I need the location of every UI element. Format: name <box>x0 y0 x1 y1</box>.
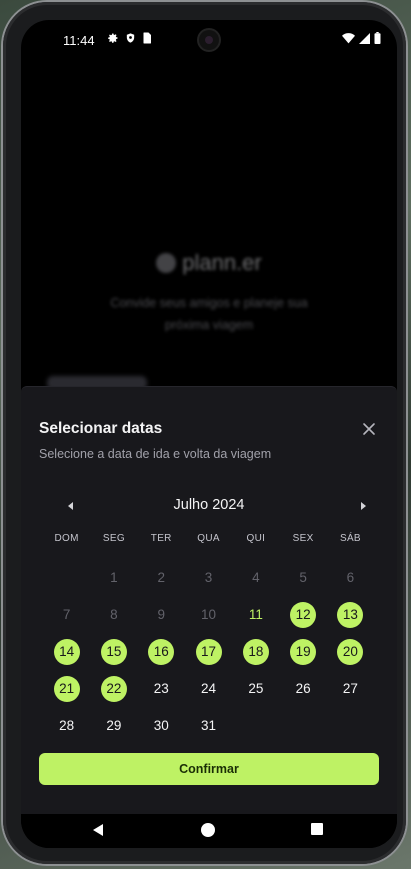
calendar-header: Julho 2024 <box>51 496 371 516</box>
app-tagline: Convide seus amigos e planeje sua próxim… <box>110 296 308 332</box>
calendar-day-16[interactable]: 16 <box>148 638 175 665</box>
calendar-day-8: 8 <box>110 606 118 622</box>
background-app: plann.er Convide seus amigos e planeje s… <box>21 250 397 336</box>
calendar-day-14[interactable]: 14 <box>53 638 80 665</box>
phone-screen: 11:44 plann.er Convide seus amigos e pla… <box>21 20 397 848</box>
home-icon[interactable] <box>201 823 215 837</box>
calendar-day-28[interactable]: 28 <box>54 713 80 739</box>
calendar-day-25[interactable]: 25 <box>243 676 269 702</box>
shield-icon <box>126 33 135 43</box>
calendar-day-5: 5 <box>299 569 307 585</box>
logo-icon <box>156 253 177 273</box>
status-left-icons <box>107 32 152 44</box>
calendar-day-26[interactable]: 26 <box>290 676 316 702</box>
calendar-day-18[interactable]: 18 <box>242 638 269 665</box>
calendar-day-27[interactable]: 27 <box>337 676 363 702</box>
calendar-day-3: 3 <box>204 569 213 585</box>
status-time: 11:44 <box>63 33 95 48</box>
calendar-day-24[interactable]: 24 <box>196 676 222 702</box>
status-bar: 11:44 <box>21 20 397 60</box>
chevron-right-icon[interactable] <box>355 496 371 516</box>
weekday-label: DOM <box>54 533 79 544</box>
calendar-day-22[interactable]: 22 <box>100 675 127 702</box>
calendar-day-6: 6 <box>346 569 355 585</box>
calendar-day-empty <box>54 565 80 591</box>
confirm-button[interactable]: Confirmar <box>39 753 379 785</box>
calendar-day-29[interactable]: 29 <box>101 713 127 739</box>
calendar-day-7: 7 <box>62 606 71 622</box>
signal-icon <box>359 32 370 44</box>
calendar-day-13[interactable]: 13 <box>337 601 364 628</box>
calendar-day-30[interactable]: 30 <box>148 713 174 739</box>
calendar-weekdays: DOM SEG TER QUA QUI SEX SÁB <box>43 533 375 549</box>
weekday-label: SEG <box>102 533 125 544</box>
recents-icon[interactable] <box>311 823 323 835</box>
calendar-grid: 1 2 3 4 5 6 7 8 9 10 11 12 13 14 15 16 17 18 19 20 21 22 23 24 2… <box>43 559 375 744</box>
phone-frame: 11:44 plann.er Convide seus amigos e pla… <box>3 2 406 864</box>
weekday-label: QUI <box>246 533 266 544</box>
gear-icon <box>108 33 118 43</box>
calendar-day-10: 10 <box>201 606 217 622</box>
calendar-day-31[interactable]: 31 <box>196 713 222 739</box>
weekday-label: QUA <box>197 533 220 544</box>
front-camera <box>199 30 219 50</box>
sheet-title: Selecionar datas <box>39 420 163 437</box>
calendar-day-15[interactable]: 15 <box>100 638 127 665</box>
calendar-day-19[interactable]: 19 <box>290 638 317 665</box>
weekday-label: SÁB <box>339 533 361 544</box>
logo-text: plann.er <box>182 250 262 275</box>
battery-icon <box>374 32 381 44</box>
calendar-day-20[interactable]: 20 <box>337 638 364 665</box>
calendar-day-2: 2 <box>157 569 165 585</box>
calendar-day-4: 4 <box>252 569 260 585</box>
app-logo: plann.er <box>156 250 262 276</box>
calendar-day-11[interactable]: 11 <box>243 602 269 628</box>
weekday-label: SEX <box>292 533 314 544</box>
calendar-day-23[interactable]: 23 <box>148 676 174 702</box>
navigation-bar <box>21 814 397 848</box>
calendar-day-21[interactable]: 21 <box>53 675 80 702</box>
sim-card-icon <box>143 32 151 44</box>
calendar-day-12[interactable]: 12 <box>290 601 317 628</box>
date-picker-sheet: Selecionar datas Selecione a data de ida… <box>21 386 397 815</box>
calendar-day-9: 9 <box>157 606 165 622</box>
close-icon[interactable] <box>361 421 377 437</box>
calendar-day-17[interactable]: 17 <box>195 638 222 665</box>
wifi-icon <box>342 32 355 43</box>
calendar-month-label: Julho 2024 <box>173 497 245 513</box>
calendar-day-1: 1 <box>110 569 118 585</box>
weekday-label: TER <box>150 533 172 544</box>
sheet-subtitle: Selecione a data de ida e volta da viage… <box>39 447 272 461</box>
status-right-icons <box>342 32 381 44</box>
back-icon[interactable] <box>91 823 105 837</box>
